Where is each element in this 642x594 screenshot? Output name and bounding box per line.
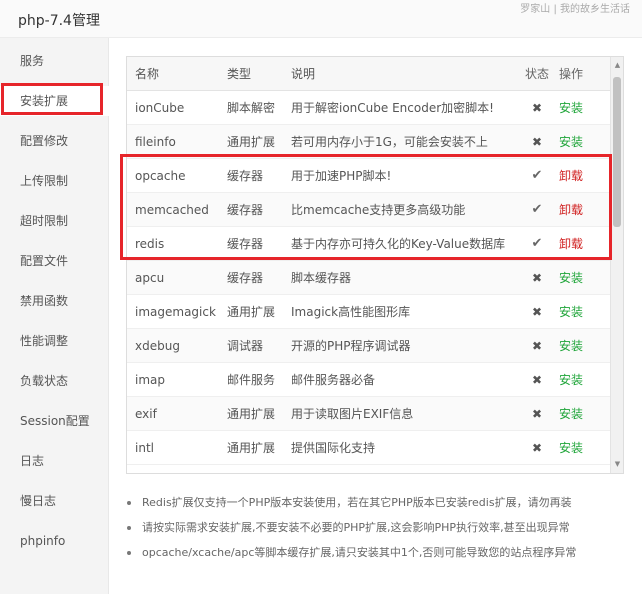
ext-desc: Imagick高性能图形库 (291, 305, 411, 319)
status-cross-icon: ✖ (531, 135, 543, 149)
note-item: 请按实际需求安装扩展,不要安装不必要的PHP扩展,这会影响PHP执行效率,甚至出… (124, 519, 624, 544)
ext-type: 调试器 (227, 339, 264, 353)
ext-type: 邮件服务 (227, 373, 276, 387)
table-row: intl 通用扩展 提供国际化支持 ✖ 安装 (127, 431, 611, 465)
table-row: imagemagick 通用扩展 Imagick高性能图形库 ✖ 安装 (127, 295, 611, 329)
ext-name: memcached (135, 203, 209, 217)
ext-type: 通用扩展 (227, 441, 276, 455)
ext-desc: 脚本缓存器 (291, 271, 352, 285)
ext-type: 通用扩展 (227, 407, 276, 421)
table-scrollbar[interactable]: ▲ ▼ (610, 57, 623, 473)
sidebar-item-slow-log[interactable]: 慢日志 (0, 486, 109, 516)
ext-name: xdebug (135, 339, 180, 353)
install-link[interactable]: 安装 (559, 125, 599, 159)
sidebar-item-config-edit[interactable]: 配置修改 (0, 126, 109, 156)
table-row: opcache 缓存器 用于加速PHP脚本! ✔ 卸载 (127, 159, 611, 193)
ext-name: intl (135, 441, 154, 455)
status-cross-icon: ✖ (531, 373, 543, 387)
ext-desc: 提供国际化支持 (291, 441, 376, 455)
header-name: 名称 (135, 67, 160, 81)
ext-name: redis (135, 237, 165, 251)
scroll-thumb[interactable] (613, 77, 621, 227)
ext-desc: 比memcache支持更多高级功能 (291, 203, 466, 217)
ext-name: apcu (135, 271, 165, 285)
header-action: 操作 (559, 67, 584, 81)
status-check-icon: ✔ (531, 168, 543, 183)
notes-list: Redis扩展仅支持一个PHP版本安装使用，若在其它PHP版本已安装redis扩… (124, 494, 624, 569)
ext-desc: 若可用内存小于1G，可能会安装不上 (291, 135, 488, 149)
uninstall-link[interactable]: 卸载 (559, 193, 599, 227)
top-right-text: 罗家山 | 我的故乡生活话 (520, 4, 630, 15)
sidebar-item-install-ext[interactable]: 安装扩展 (0, 86, 109, 116)
header-desc: 说明 (291, 67, 316, 81)
status-cross-icon: ✖ (531, 101, 543, 115)
table-row: fileinfo 通用扩展 若可用内存小于1G，可能会安装不上 ✖ 安装 (127, 125, 611, 159)
header-status: 状态 (525, 67, 549, 81)
ext-name: exif (135, 407, 157, 421)
sidebar-item-timeout[interactable]: 超时限制 (0, 206, 109, 236)
ext-desc: 用于加速PHP脚本! (291, 169, 392, 183)
install-link[interactable]: 安装 (559, 431, 599, 465)
ext-desc: 基于内存亦可持久化的Key-Value数据库 (291, 237, 506, 251)
sidebar-item-disabled-funcs[interactable]: 禁用函数 (0, 286, 109, 316)
sidebar-item-log[interactable]: 日志 (0, 446, 109, 476)
ext-desc: 用于解密ionCube Encoder加密脚本! (291, 101, 494, 115)
ext-desc: 邮件服务器必备 (291, 373, 376, 387)
table-row: exif 通用扩展 用于读取图片EXIF信息 ✖ 安装 (127, 397, 611, 431)
install-link[interactable]: 安装 (559, 363, 599, 397)
scroll-up-arrow-icon[interactable]: ▲ (611, 59, 623, 72)
table-header: 名称 类型 说明 状态 操作 (127, 57, 611, 91)
note-item: Redis扩展仅支持一个PHP版本安装使用，若在其它PHP版本已安装redis扩… (124, 494, 624, 519)
ext-desc: 开源的PHP程序调试器 (291, 339, 411, 353)
table-row: redis 缓存器 基于内存亦可持久化的Key-Value数据库 ✔ 卸载 (127, 227, 611, 261)
ext-name: opcache (135, 169, 186, 183)
status-cross-icon: ✖ (531, 407, 543, 421)
ext-name: imap (135, 373, 165, 387)
ext-desc: 用于读取图片EXIF信息 (291, 407, 414, 421)
sidebar-item-service[interactable]: 服务 (0, 46, 109, 76)
note-item: opcache/xcache/apc等脚本缓存扩展,请只安装其中1个,否则可能导… (124, 544, 624, 569)
install-link[interactable]: 安装 (559, 397, 599, 431)
status-cross-icon: ✖ (531, 339, 543, 353)
ext-type: 缓存器 (227, 237, 264, 251)
sidebar-item-phpinfo[interactable]: phpinfo (0, 526, 109, 556)
status-check-icon: ✔ (531, 236, 543, 251)
extensions-table: 名称 类型 说明 状态 操作 ionCube 脚本解密 用于解密ionCube En… (126, 56, 624, 474)
sidebar-item-upload-limit[interactable]: 上传限制 (0, 166, 109, 196)
table-row: ionCube 脚本解密 用于解密ionCube Encoder加密脚本! ✖ 安装 (127, 91, 611, 125)
table-row: apcu 缓存器 脚本缓存器 ✖ 安装 (127, 261, 611, 295)
install-link[interactable]: 安装 (559, 295, 599, 329)
window-titlebar: php-7.4管理 罗家山 | 我的故乡生活话 (0, 0, 642, 38)
status-cross-icon: ✖ (531, 305, 543, 319)
status-cross-icon: ✖ (531, 271, 543, 285)
sidebar-item-load-status[interactable]: 负载状态 (0, 366, 109, 396)
scroll-down-arrow-icon[interactable]: ▼ (611, 458, 623, 471)
table-row: imap 邮件服务 邮件服务器必备 ✖ 安装 (127, 363, 611, 397)
ext-name: fileinfo (135, 135, 176, 149)
table-body: ionCube 脚本解密 用于解密ionCube Encoder加密脚本! ✖ 安装 fi… (127, 91, 611, 473)
sidebar-item-performance[interactable]: 性能调整 (0, 326, 109, 356)
ext-name: ionCube (135, 101, 185, 115)
ext-type: 缓存器 (227, 271, 264, 285)
sidebar-item-config-file[interactable]: 配置文件 (0, 246, 109, 276)
header-type: 类型 (227, 67, 252, 81)
table-row: memcached 缓存器 比memcache支持更多高级功能 ✔ 卸载 (127, 193, 611, 227)
sidebar-item-session[interactable]: Session配置 (0, 406, 109, 436)
ext-type: 通用扩展 (227, 305, 276, 319)
install-link[interactable]: 安装 (559, 91, 599, 125)
status-check-icon: ✔ (531, 202, 543, 217)
ext-type: 缓存器 (227, 203, 264, 217)
ext-type: 通用扩展 (227, 135, 276, 149)
install-link[interactable]: 安装 (559, 329, 599, 363)
status-cross-icon: ✖ (531, 441, 543, 455)
ext-name: imagemagick (135, 305, 216, 319)
table-row: xdebug 调试器 开源的PHP程序调试器 ✖ 安装 (127, 329, 611, 363)
ext-type: 脚本解密 (227, 101, 276, 115)
sidebar: 服务 安装扩展 配置修改 上传限制 超时限制 配置文件 禁用函数 性能调整 负载… (0, 38, 109, 594)
install-link[interactable]: 安装 (559, 261, 599, 295)
uninstall-link[interactable]: 卸载 (559, 227, 599, 261)
ext-type: 缓存器 (227, 169, 264, 183)
uninstall-link[interactable]: 卸载 (559, 159, 599, 193)
window-title: php-7.4管理 (18, 13, 100, 29)
